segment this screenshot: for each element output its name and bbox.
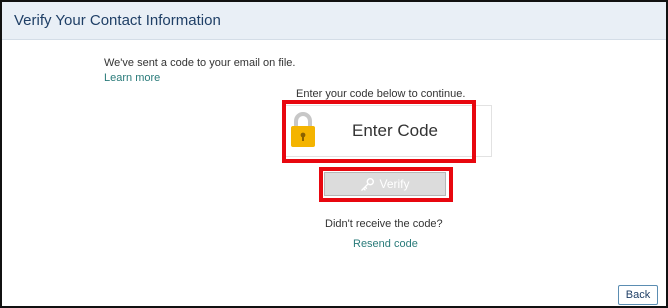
lock-icon — [291, 112, 315, 147]
key-icon — [361, 177, 375, 191]
code-input[interactable] — [321, 114, 469, 148]
resend-code-link[interactable]: Resend code — [353, 238, 418, 250]
verify-button-label: Verify — [379, 177, 410, 191]
code-sent-message: We've sent a code to your email on file. — [104, 57, 296, 69]
code-not-received-text: Didn't receive the code? — [325, 218, 443, 230]
code-instructions: Enter your code below to continue. — [296, 88, 466, 100]
page-header: Verify Your Contact Information — [2, 2, 666, 40]
back-button[interactable]: Back — [618, 285, 658, 305]
page-frame: Verify Your Contact Information We've se… — [0, 0, 668, 308]
verify-button[interactable]: Verify — [324, 172, 446, 196]
learn-more-link[interactable]: Learn more — [104, 72, 160, 84]
page-title: Verify Your Contact Information — [14, 12, 221, 29]
